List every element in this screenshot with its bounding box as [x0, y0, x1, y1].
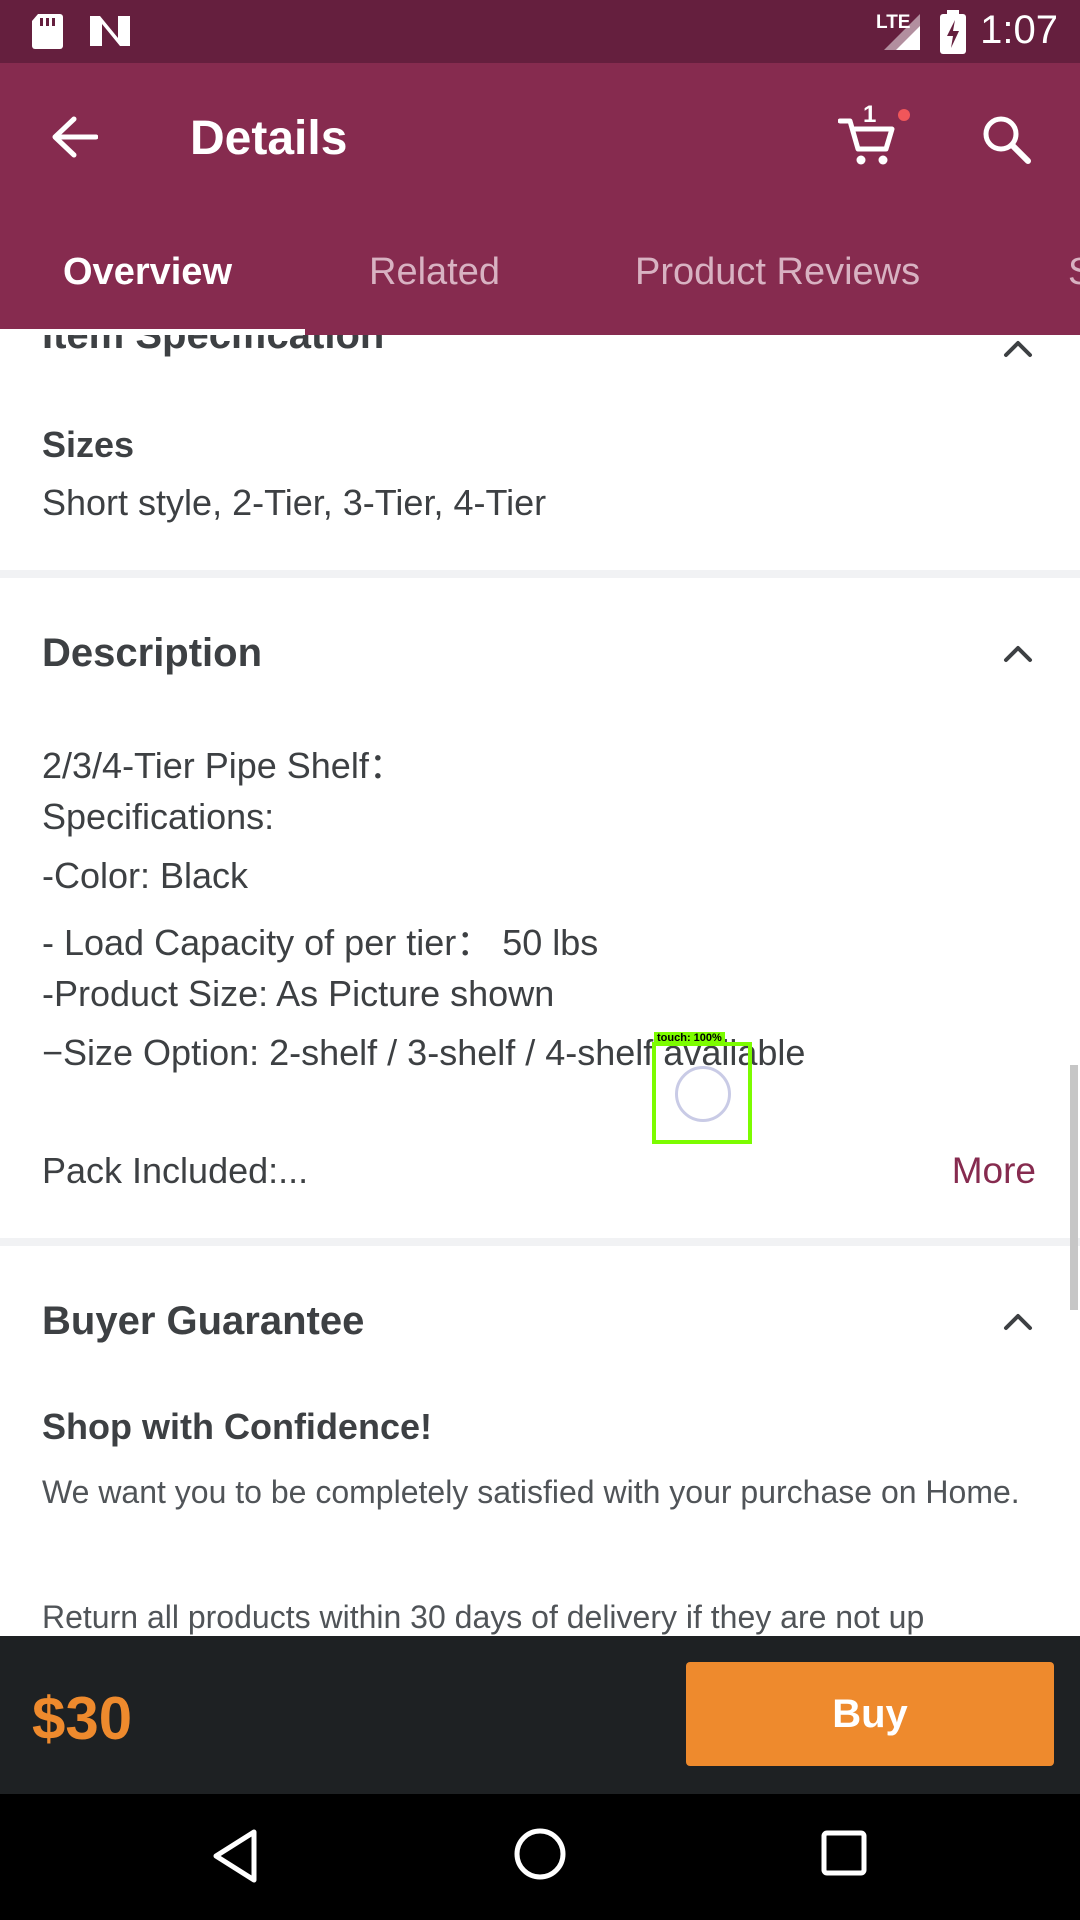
- cart-notification-dot: [898, 109, 910, 121]
- section-heading-buyer-guarantee: Buyer Guarantee: [42, 1299, 365, 1343]
- sizes-label: Sizes: [42, 424, 135, 465]
- description-line: Specifications:: [42, 796, 275, 837]
- battery-charging-icon: [940, 10, 966, 54]
- system-nav-bar: [0, 1794, 1080, 1920]
- touch-indicator-label: touch: 100%: [654, 1032, 725, 1044]
- tab-overview[interactable]: Overview: [63, 251, 232, 294]
- price: $30: [32, 1685, 133, 1752]
- description-line: -Color: Black: [42, 855, 249, 896]
- section-heading-item-spec: Item Specification: [42, 335, 385, 357]
- nav-back-icon[interactable]: [210, 1828, 260, 1884]
- signal-icon: [884, 14, 920, 50]
- divider: [0, 1238, 1080, 1246]
- guarantee-paragraph-clip: Return all products within 30 days of de…: [0, 1590, 1080, 1636]
- guarantee-subheading: Shop with Confidence!: [42, 1406, 432, 1447]
- guarantee-paragraph: Return all products within 30 days of de…: [42, 1599, 925, 1635]
- scrollbar[interactable]: [1070, 1065, 1078, 1310]
- status-bar: LTE 1:07: [0, 0, 1080, 63]
- chevron-up-icon[interactable]: [998, 634, 1038, 674]
- section-heading-description: Description: [42, 631, 263, 675]
- touch-point: [675, 1066, 731, 1122]
- description-line: 2/3/4-Tier Pipe Shelf：: [42, 745, 405, 786]
- cart-count-badge: 1: [863, 101, 877, 128]
- search-button[interactable]: [966, 99, 1046, 179]
- buy-button[interactable]: Buy: [686, 1662, 1054, 1766]
- tab-product-reviews[interactable]: Product Reviews: [635, 251, 920, 294]
- tab-related[interactable]: Related: [369, 251, 500, 294]
- sd-card-icon: [32, 14, 63, 49]
- chevron-up-icon[interactable]: [998, 1302, 1038, 1342]
- guarantee-paragraph: We want you to be completely satisfied w…: [42, 1474, 1020, 1510]
- notification-n-icon: [90, 16, 130, 46]
- arrow-back-icon: [52, 116, 98, 158]
- app-bar: Details 1 Overview Related Product Revie…: [0, 63, 1080, 335]
- buy-bar: $30 Buy: [0, 1636, 1080, 1794]
- nav-home-icon[interactable]: [512, 1826, 568, 1882]
- tab-partial[interactable]: S: [1068, 251, 1080, 294]
- divider: [0, 570, 1080, 578]
- back-button[interactable]: [34, 97, 114, 177]
- item-spec-section: Item Specification Sizes Short style, 2-…: [0, 335, 1080, 575]
- search-icon: [983, 116, 1031, 164]
- description-line: - Load Capacity of per tier： 50 lbs: [42, 922, 599, 963]
- pack-included-text: Pack Included:...: [42, 1150, 309, 1191]
- chevron-up-icon[interactable]: [998, 335, 1038, 369]
- page-title: Details: [190, 112, 348, 165]
- more-link[interactable]: More: [952, 1150, 1036, 1192]
- sizes-value: Short style, 2-Tier, 3-Tier, 4-Tier: [42, 482, 547, 523]
- nav-recents-icon[interactable]: [820, 1829, 868, 1877]
- clock: 1:07: [980, 8, 1058, 52]
- description-line: -Product Size: As Picture shown: [42, 973, 555, 1014]
